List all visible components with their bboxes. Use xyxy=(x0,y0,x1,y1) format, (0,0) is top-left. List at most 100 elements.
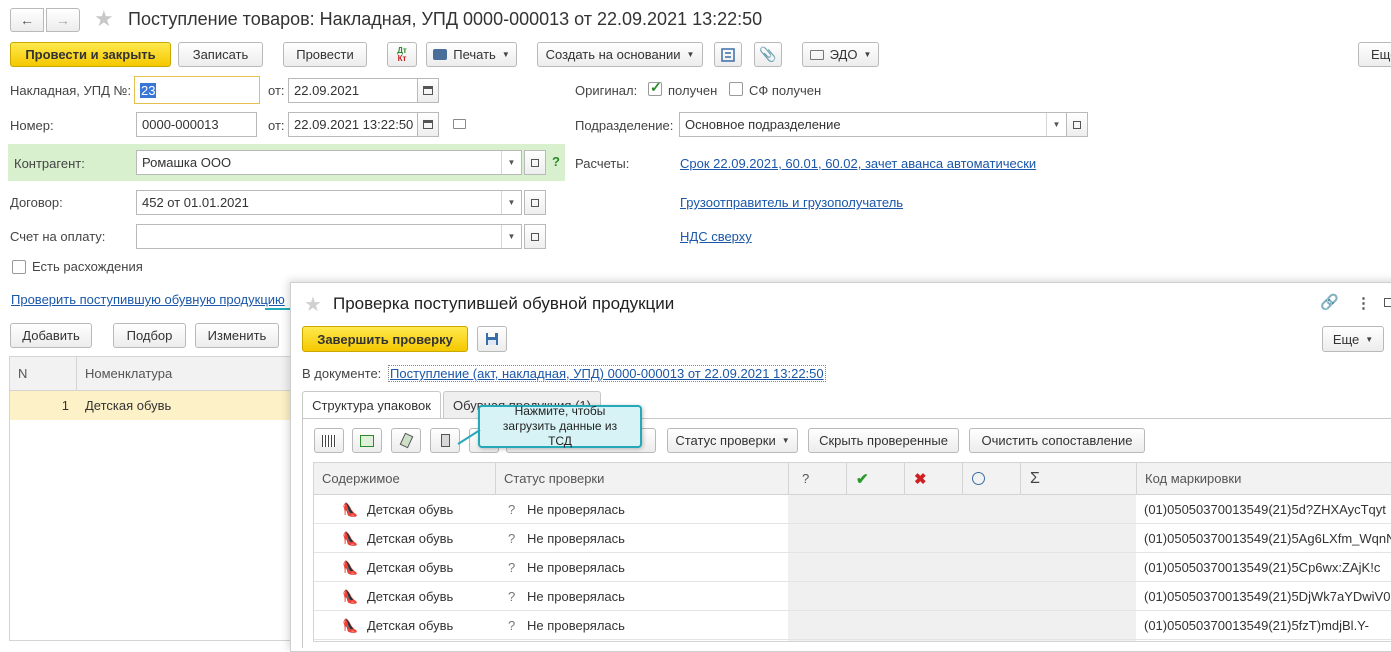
sf-received-checkbox[interactable] xyxy=(729,82,743,96)
open-counterparty-button[interactable] xyxy=(524,150,546,175)
calendar-button[interactable] xyxy=(417,112,439,137)
post-and-close-button[interactable]: Провести и закрыть xyxy=(10,42,171,67)
favorite-star-icon[interactable]: ★ xyxy=(304,292,322,317)
open-icon xyxy=(531,232,539,241)
clear-match-button[interactable]: Очистить сопоставление xyxy=(969,428,1145,453)
main-table: N Номенклатура 1 Детская обувь xyxy=(9,356,295,641)
check-shoes-link[interactable]: Проверить поступившую обувную продукцию xyxy=(11,292,285,307)
table-row[interactable]: 👠 Детская обувь? Не проверялась (01)0505037… xyxy=(314,582,1391,611)
more-button[interactable]: Еще xyxy=(1358,42,1391,67)
received-checkbox[interactable]: ✓ xyxy=(648,79,662,96)
row-status: Не проверялась xyxy=(527,618,625,633)
chevron-down-icon: ▼ xyxy=(686,50,695,59)
cross-icon: ✖ xyxy=(914,470,927,488)
data-collector-button[interactable] xyxy=(391,428,421,453)
structure-button[interactable] xyxy=(714,42,742,67)
dt-kt-button[interactable]: Дт Кт xyxy=(387,42,417,67)
tab-structure[interactable]: Структура упаковок xyxy=(302,391,441,418)
calendar-button[interactable] xyxy=(417,78,439,103)
load-from-file-button[interactable] xyxy=(352,428,382,453)
page-title: Поступление товаров: Накладная, УПД 0000… xyxy=(128,9,763,29)
division-field[interactable]: Основное подразделение ▼ xyxy=(679,112,1067,137)
chevron-down-icon[interactable]: ▼ xyxy=(501,225,521,248)
floppy-disk-icon xyxy=(486,333,498,345)
original-label: Оригинал: xyxy=(575,83,638,98)
back-button[interactable]: ← xyxy=(10,8,44,32)
create-based-on-button[interactable]: Создать на основании ▼ xyxy=(537,42,703,67)
invoice-date-field[interactable]: 22.09.2021 xyxy=(288,78,418,103)
table-row[interactable]: 1 Детская обувь xyxy=(10,391,295,420)
bill-field[interactable]: ▼ xyxy=(136,224,522,249)
divider xyxy=(788,463,789,494)
column-content: Содержимое xyxy=(322,471,400,486)
attach-button[interactable]: 📎 xyxy=(754,42,782,67)
chevron-down-icon[interactable]: ▼ xyxy=(501,191,521,214)
change-button[interactable]: Изменить xyxy=(195,323,279,348)
divider xyxy=(495,463,496,494)
barcode-button[interactable] xyxy=(314,428,344,453)
in-document-link[interactable]: Поступление (акт, накладная, УПД) 0000-0… xyxy=(388,365,826,382)
checkmark-icon: ✔ xyxy=(856,470,869,488)
row-code: (01)05050370013549(21)5Ag6LXfm_WqnN xyxy=(1144,531,1391,546)
link-icon[interactable]: 🔗 xyxy=(1320,293,1339,311)
dialog-more-button[interactable]: Еще ▼ xyxy=(1322,326,1384,352)
window-icon[interactable] xyxy=(1384,298,1391,307)
invoice-number-field[interactable]: 23 xyxy=(134,76,260,104)
discrepancies-checkbox[interactable] xyxy=(12,260,26,274)
shoe-icon: 👠 xyxy=(342,618,359,633)
divider xyxy=(962,463,963,494)
spreadsheet-icon xyxy=(360,434,374,447)
number-label: Номер: xyxy=(10,118,54,133)
more-vertical-icon[interactable]: ⋮ xyxy=(1356,294,1371,312)
finish-check-button[interactable]: Завершить проверку xyxy=(302,326,468,352)
open-contract-button[interactable] xyxy=(524,190,546,215)
number-field[interactable]: 0000-000013 xyxy=(136,112,257,137)
number-date-field[interactable]: 22.09.2021 13:22:50 xyxy=(288,112,418,137)
arrow-right-icon: → xyxy=(56,12,70,28)
add-button[interactable]: Добавить xyxy=(10,323,92,348)
printer-icon xyxy=(433,49,448,60)
chevron-down-icon[interactable]: ▼ xyxy=(1046,113,1066,136)
edo-button[interactable]: ЭДО ▼ xyxy=(802,42,879,67)
row-status: Не проверялась xyxy=(527,531,625,546)
checkmark-icon: ✓ xyxy=(650,79,662,95)
divider xyxy=(846,463,847,494)
invoice-label: Накладная, УПД №: xyxy=(10,83,132,98)
vat-link[interactable]: НДС сверху xyxy=(680,229,752,244)
open-division-button[interactable] xyxy=(1066,112,1088,137)
column-n: N xyxy=(18,366,28,381)
save-button[interactable] xyxy=(477,326,507,352)
row-name: Детская обувь xyxy=(85,398,172,413)
forward-button[interactable]: → xyxy=(46,8,80,32)
shipper-link[interactable]: Грузоотправитель и грузополучатель xyxy=(680,195,903,210)
calendar-icon xyxy=(423,120,433,129)
tsd-download-icon xyxy=(440,434,450,447)
write-button[interactable]: Записать xyxy=(178,42,263,67)
calendar-icon xyxy=(423,86,433,95)
print-button[interactable]: Печать ▼ xyxy=(426,42,517,67)
chevron-down-icon[interactable]: ▼ xyxy=(501,151,521,174)
table-row[interactable]: 👠 Детская обувь? Не проверялась (01)0505037… xyxy=(314,524,1391,553)
row-number: 1 xyxy=(61,398,69,413)
chevron-down-icon: ▼ xyxy=(501,50,510,59)
comment-icon[interactable] xyxy=(453,119,466,129)
contract-field[interactable]: 452 от 01.01.2021 ▼ xyxy=(136,190,522,215)
tsd-device-icon xyxy=(399,432,413,449)
favorite-star-icon[interactable]: ★ xyxy=(94,6,114,32)
selection-button[interactable]: Подбор xyxy=(113,323,186,348)
row-code: (01)05050370013549(21)5Cp6wx:ZAjK!c xyxy=(1144,560,1381,575)
paperclip-icon: 📎 xyxy=(759,46,777,62)
help-icon[interactable]: ? xyxy=(552,154,560,169)
open-bill-button[interactable] xyxy=(524,224,546,249)
table-row[interactable]: 👠 Детская обувь? Не проверялась (01)0505037… xyxy=(314,553,1391,582)
post-button[interactable]: Провести xyxy=(283,42,367,67)
divider xyxy=(76,357,77,390)
status-check-button[interactable]: Статус проверки ▼ xyxy=(667,428,798,453)
clock-icon xyxy=(972,472,985,485)
shoe-icon: 👠 xyxy=(342,589,359,604)
table-row[interactable]: 👠 Детская обувь? Не проверялась (01)0505037… xyxy=(314,495,1391,524)
table-row[interactable]: 👠 Детская обувь? Не проверялась (01)0505037… xyxy=(314,611,1391,640)
hide-checked-button[interactable]: Скрыть проверенные xyxy=(808,428,959,453)
settlements-link[interactable]: Срок 22.09.2021, 60.01, 60.02, зачет ава… xyxy=(680,156,1036,171)
counterparty-field[interactable]: Ромашка ООО ▼ xyxy=(136,150,522,175)
